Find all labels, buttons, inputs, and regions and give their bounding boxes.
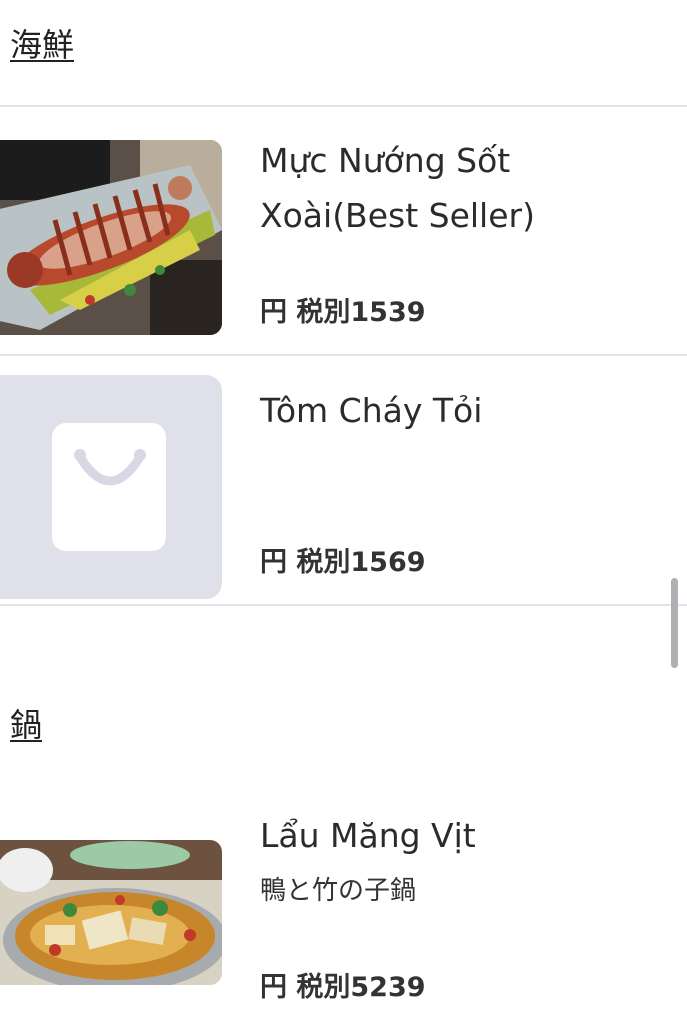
- divider: [0, 354, 687, 356]
- item-name[interactable]: Tôm Cháy Tỏi: [260, 383, 660, 438]
- item-subtitle: 鴨と竹の子鍋: [260, 876, 417, 906]
- hotpot-photo[interactable]: [0, 840, 222, 985]
- section-title-hotpot[interactable]: 鍋: [10, 700, 42, 746]
- item-price: 円 税別1539: [260, 297, 426, 328]
- divider: [0, 105, 687, 107]
- image-placeholder[interactable]: [0, 375, 222, 599]
- item-name[interactable]: Mực Nướng Sốt Xoài(Best Seller): [260, 133, 660, 243]
- section-title-seafood[interactable]: 海鮮: [10, 20, 74, 66]
- shopping-bag-icon: [52, 423, 166, 551]
- scrollbar[interactable]: [671, 578, 678, 668]
- menu-page: 海鮮 Mực Nướng Sốt Xoài(Best Seller) 円 税別1…: [0, 0, 687, 1024]
- item-name[interactable]: Lẩu Măng Vịt: [260, 808, 660, 863]
- squid-photo[interactable]: [0, 140, 222, 335]
- item-price: 円 税別1569: [260, 547, 426, 578]
- item-price: 円 税別5239: [260, 972, 426, 1003]
- divider: [0, 604, 687, 606]
